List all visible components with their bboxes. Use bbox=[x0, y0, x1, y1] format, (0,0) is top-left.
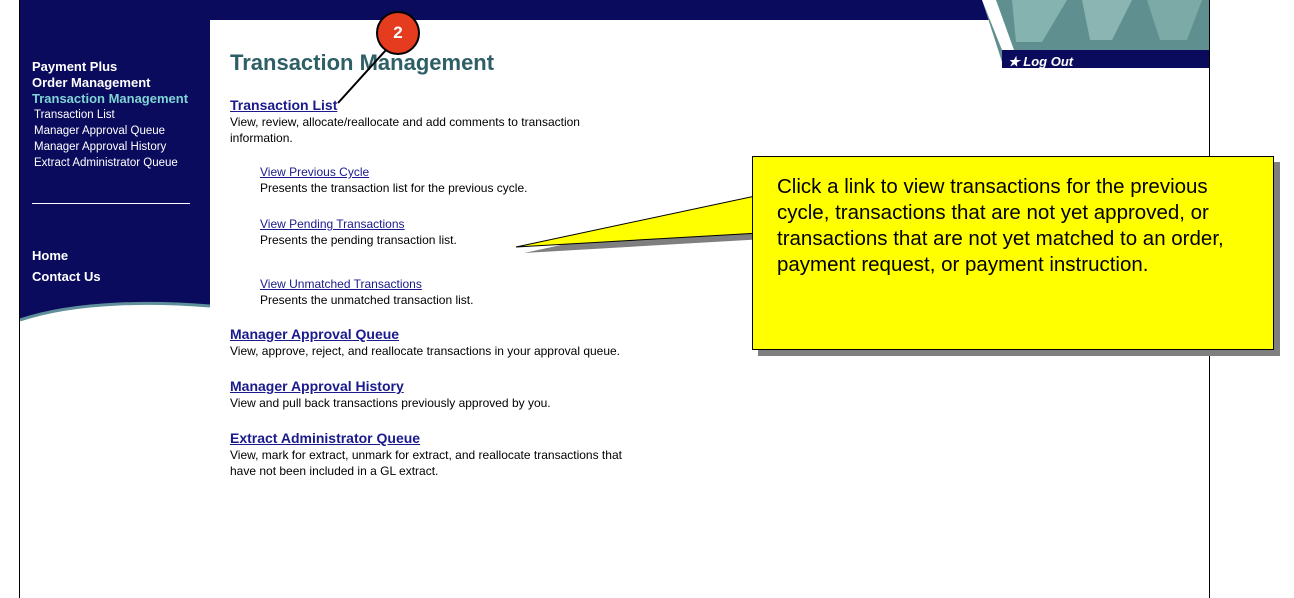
callout-text: Click a link to view transactions for th… bbox=[777, 175, 1224, 276]
step-badge: 2 bbox=[376, 11, 420, 55]
callout-pointer-join bbox=[753, 196, 756, 232]
badge-pointer-line bbox=[337, 49, 387, 104]
callout-box: Click a link to view transactions for th… bbox=[752, 156, 1274, 350]
